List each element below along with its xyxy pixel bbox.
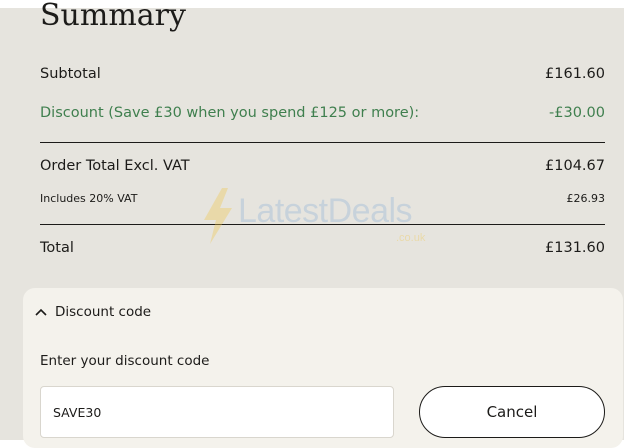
discount-code-header-label: Discount code: [55, 304, 152, 320]
summary-title: Summary: [40, 0, 186, 33]
total-row: Total £131.60: [40, 240, 605, 256]
discount-label: Discount (Save £30 when you spend £125 o…: [40, 105, 420, 121]
subtotal-row: Subtotal £161.60: [40, 66, 605, 82]
summary-divider: [40, 142, 605, 143]
order-total-excl-vat-row: Order Total Excl. VAT £104.67: [40, 158, 605, 174]
discount-code-toggle[interactable]: Discount code: [35, 304, 151, 320]
discount-code-section: Discount code Enter your discount code C…: [23, 288, 623, 448]
cancel-button[interactable]: Cancel: [419, 386, 605, 438]
discount-code-input[interactable]: [40, 386, 394, 438]
discount-code-input-label: Enter your discount code: [40, 353, 210, 369]
discount-row: Discount (Save £30 when you spend £125 o…: [40, 105, 605, 121]
chevron-up-icon: [35, 308, 47, 316]
vat-row: Includes 20% VAT £26.93: [40, 192, 605, 205]
discount-value: -£30.00: [549, 105, 605, 121]
total-value: £131.60: [545, 240, 605, 256]
total-divider: [40, 224, 605, 225]
subtotal-label: Subtotal: [40, 66, 101, 82]
vat-value: £26.93: [566, 192, 606, 205]
subtotal-value: £161.60: [545, 66, 605, 82]
total-label: Total: [40, 240, 74, 256]
vat-label: Includes 20% VAT: [40, 192, 138, 205]
order-total-excl-vat-label: Order Total Excl. VAT: [40, 158, 190, 174]
order-total-excl-vat-value: £104.67: [545, 158, 605, 174]
